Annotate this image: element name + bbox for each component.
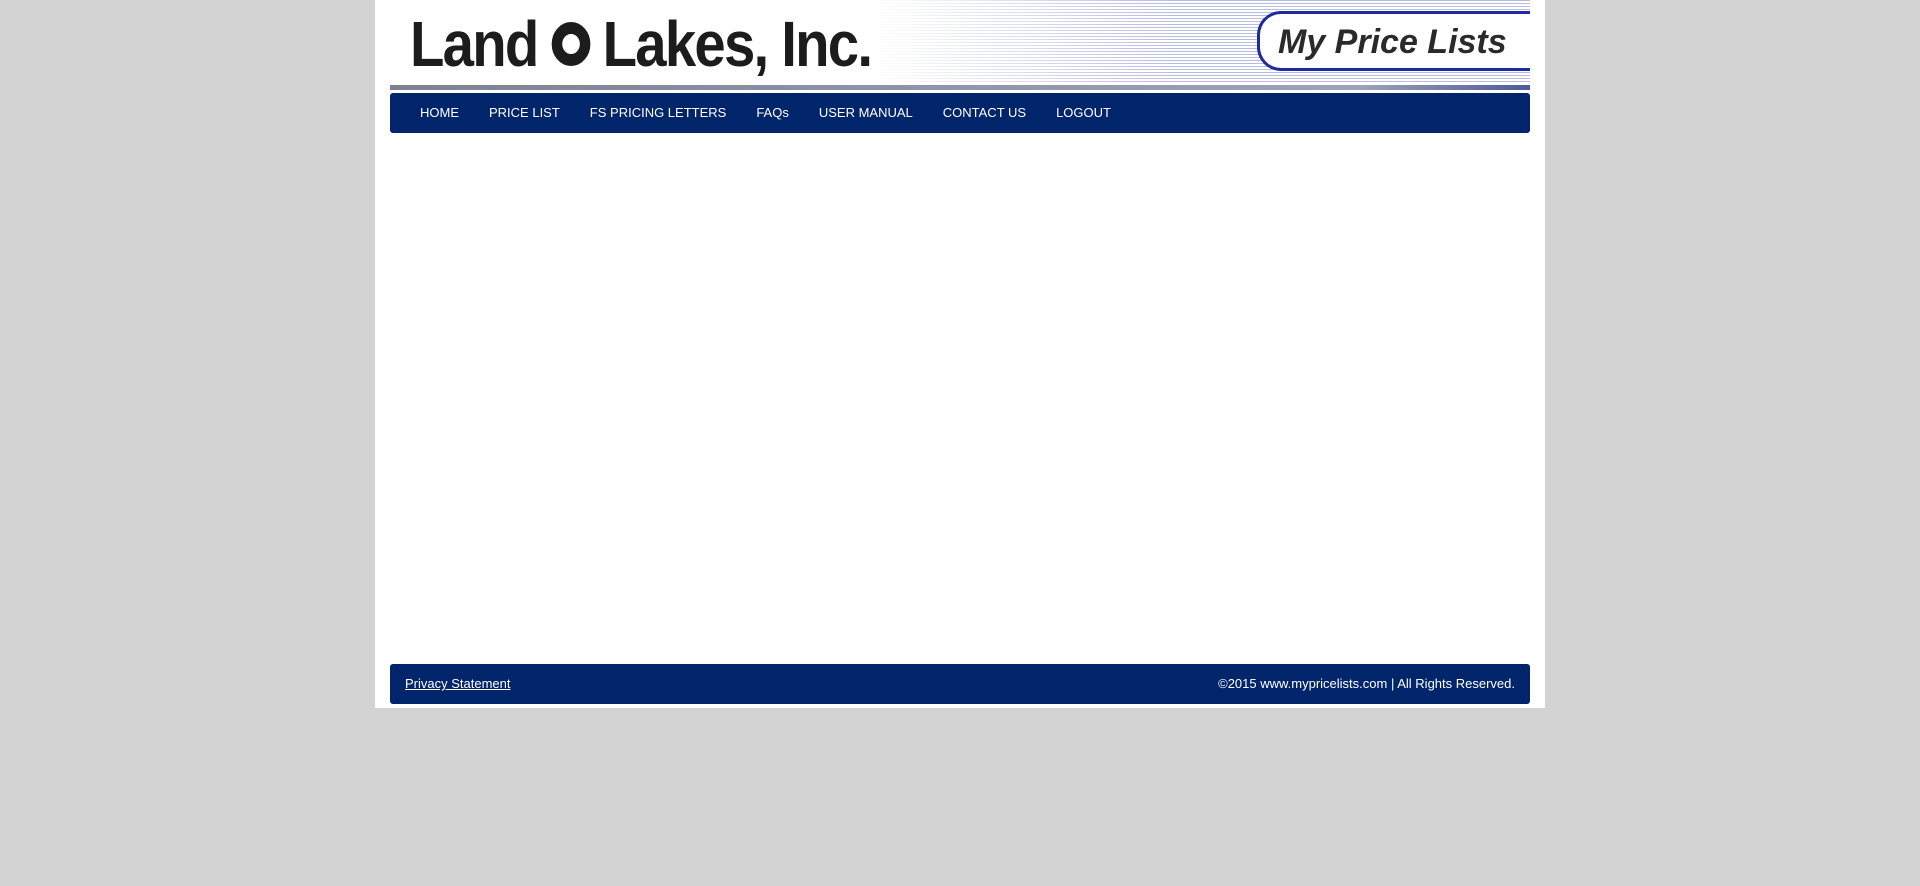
logo-ring-icon	[551, 22, 591, 66]
logo-text-right: Lakes, Inc.	[602, 8, 873, 80]
privacy-statement-link[interactable]: Privacy Statement	[405, 664, 511, 704]
nav-item-price-list[interactable]: PRICE LIST	[474, 93, 575, 133]
site-title: My Price Lists	[1278, 23, 1507, 61]
site-title-badge: My Price Lists	[1257, 11, 1530, 71]
site-header: Land Lakes, Inc. My Price Lists	[390, 0, 1530, 92]
nav-item-logout[interactable]: LOGOUT	[1041, 93, 1126, 133]
nav-item-user-manual[interactable]: USER MANUAL	[804, 93, 928, 133]
company-logo: Land Lakes, Inc.	[410, 4, 873, 84]
site-footer: Privacy Statement ©2015 www.mypricelists…	[390, 664, 1530, 704]
nav-item-faqs[interactable]: FAQs	[741, 93, 804, 133]
nav-item-fs-pricing-letters[interactable]: FS PRICING LETTERS	[575, 93, 742, 133]
page-container: Land Lakes, Inc. My Price Lists HOME PRI…	[375, 0, 1545, 708]
header-divider	[390, 85, 1530, 90]
logo-text-left: Land	[410, 8, 539, 80]
nav-item-contact-us[interactable]: CONTACT US	[928, 93, 1041, 133]
nav-item-home[interactable]: HOME	[405, 93, 474, 133]
main-navigation: HOME PRICE LIST FS PRICING LETTERS FAQs …	[390, 93, 1530, 133]
copyright-text: ©2015 www.mypricelists.com | All Rights …	[1218, 676, 1515, 691]
